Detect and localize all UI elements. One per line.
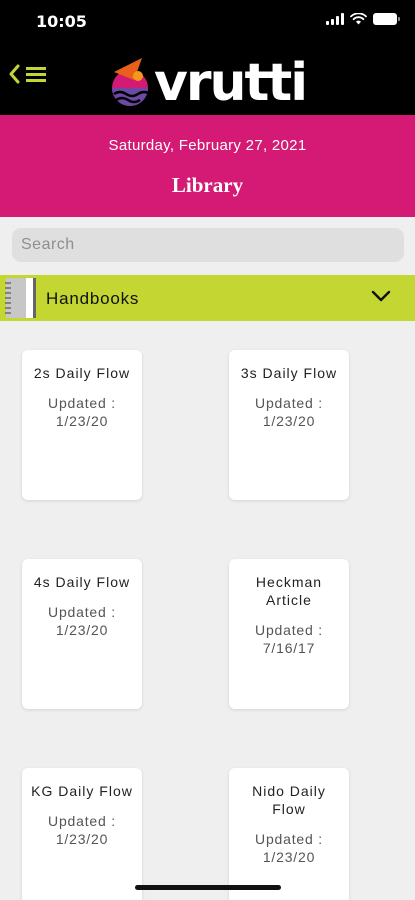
- card-title: KG Daily Flow: [31, 783, 133, 799]
- cellular-signal-icon: [326, 13, 344, 25]
- card-updated-label: Updated :: [48, 604, 116, 620]
- card-updated-label: Updated :: [48, 395, 116, 411]
- card-updated-label: Updated :: [255, 622, 323, 638]
- vrutti-logo: vrutti: [112, 53, 308, 110]
- section-label: Handbooks: [46, 289, 140, 308]
- card-updated-date: 1/23/20: [55, 622, 109, 638]
- card-updated-date: 7/16/17: [262, 640, 316, 656]
- card-title: 4s Daily Flow: [33, 574, 131, 590]
- card-updated-label: Updated :: [255, 395, 323, 411]
- handbook-card[interactable]: Nido Daily Flow Updated : 1/23/20: [229, 768, 349, 900]
- notebook-icon: [5, 278, 36, 318]
- date-title-banner: Saturday, February 27, 2021 Library: [0, 115, 415, 217]
- wifi-icon: [350, 13, 367, 25]
- handbook-card[interactable]: 3s Daily Flow Updated : 1/23/20: [229, 350, 349, 500]
- hamburger-menu-icon[interactable]: [26, 66, 46, 82]
- card-title: 3s Daily Flow: [240, 365, 338, 381]
- card-updated-date: 1/23/20: [262, 849, 316, 865]
- status-bar: 10:05: [0, 0, 415, 44]
- card-updated-label: Updated :: [48, 813, 116, 829]
- back-menu-button[interactable]: [8, 64, 46, 84]
- card-updated-label: Updated :: [255, 831, 323, 847]
- logo-text: vrutti: [154, 53, 306, 110]
- handbooks-section-header[interactable]: Handbooks: [0, 275, 415, 321]
- status-icons: [326, 13, 400, 25]
- card-title: 2s Daily Flow: [33, 365, 131, 381]
- battery-icon: [373, 13, 400, 25]
- handbook-card[interactable]: 2s Daily Flow Updated : 1/23/20: [22, 350, 142, 500]
- card-updated-date: 1/23/20: [55, 413, 109, 429]
- card-updated-date: 1/23/20: [55, 831, 109, 847]
- handbook-card[interactable]: KG Daily Flow Updated : 1/23/20: [22, 768, 142, 900]
- page-title: Library: [171, 173, 244, 197]
- chevron-left-icon[interactable]: [8, 64, 20, 84]
- card-title: Heckman Article: [255, 574, 323, 608]
- status-time: 10:05: [36, 12, 87, 31]
- handbook-card[interactable]: 4s Daily Flow Updated : 1/23/20: [22, 559, 142, 709]
- home-indicator[interactable]: [135, 885, 281, 890]
- card-updated-date: 1/23/20: [262, 413, 316, 429]
- chevron-down-icon[interactable]: [371, 289, 391, 303]
- card-title: Nido Daily Flow: [252, 783, 326, 817]
- search-input[interactable]: [12, 228, 404, 262]
- app-header: vrutti: [0, 44, 415, 115]
- current-date: Saturday, February 27, 2021: [108, 137, 307, 154]
- handbook-card[interactable]: Heckman Article Updated : 7/16/17: [229, 559, 349, 709]
